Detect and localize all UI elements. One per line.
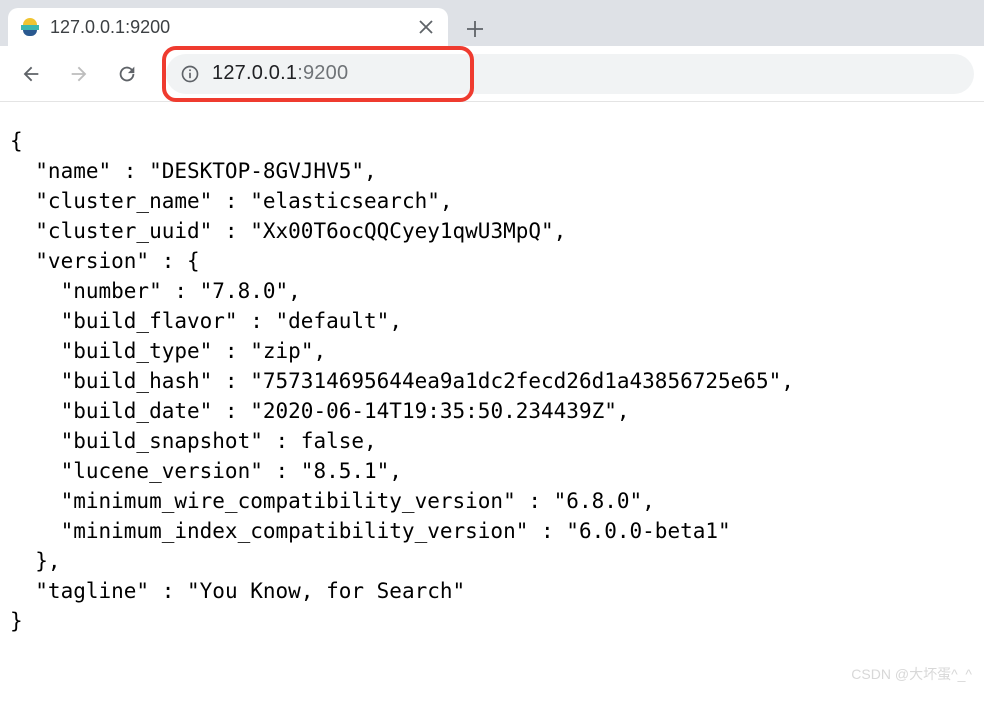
resp-version-number: 7.8.0	[212, 279, 275, 303]
back-button[interactable]	[10, 53, 52, 95]
resp-cluster-name: elasticsearch	[263, 189, 427, 213]
address-bar-wrapper: 127.0.0.1:9200	[166, 54, 974, 94]
reload-button[interactable]	[106, 53, 148, 95]
resp-cluster-uuid: Xx00T6ocQQCyey1qwU3MpQ	[263, 219, 541, 243]
resp-lucene-version: 8.5.1	[313, 459, 376, 483]
tab-strip: 127.0.0.1:9200	[0, 0, 984, 46]
toolbar: 127.0.0.1:9200	[0, 46, 984, 102]
resp-min-index: 6.0.0-beta1	[579, 519, 718, 543]
resp-name: DESKTOP-8GVJHV5	[162, 159, 352, 183]
close-tab-icon[interactable]	[416, 17, 436, 37]
resp-build-hash: 757314695644ea9a1dc2fecd26d1a43856725e65	[263, 369, 769, 393]
watermark: CSDN @大坏蛋^_^	[851, 664, 972, 684]
new-tab-button[interactable]	[458, 12, 492, 46]
elasticsearch-favicon	[20, 17, 40, 37]
address-bar[interactable]: 127.0.0.1:9200	[166, 54, 974, 94]
tab-title: 127.0.0.1:9200	[50, 17, 406, 38]
response-body: { "name" : "DESKTOP-8GVJHV5", "cluster_n…	[0, 102, 984, 646]
resp-build-flavor: default	[288, 309, 377, 333]
forward-button[interactable]	[58, 53, 100, 95]
site-info-icon[interactable]	[180, 64, 200, 84]
browser-tab[interactable]: 127.0.0.1:9200	[8, 8, 448, 46]
resp-build-type: zip	[263, 339, 301, 363]
resp-tagline: You Know, for Search	[200, 579, 453, 603]
resp-build-snapshot: false	[301, 429, 364, 453]
resp-build-date: 2020-06-14T19:35:50.234439Z	[263, 399, 604, 423]
url-text: 127.0.0.1:9200	[212, 62, 348, 85]
resp-min-wire: 6.8.0	[566, 489, 629, 513]
